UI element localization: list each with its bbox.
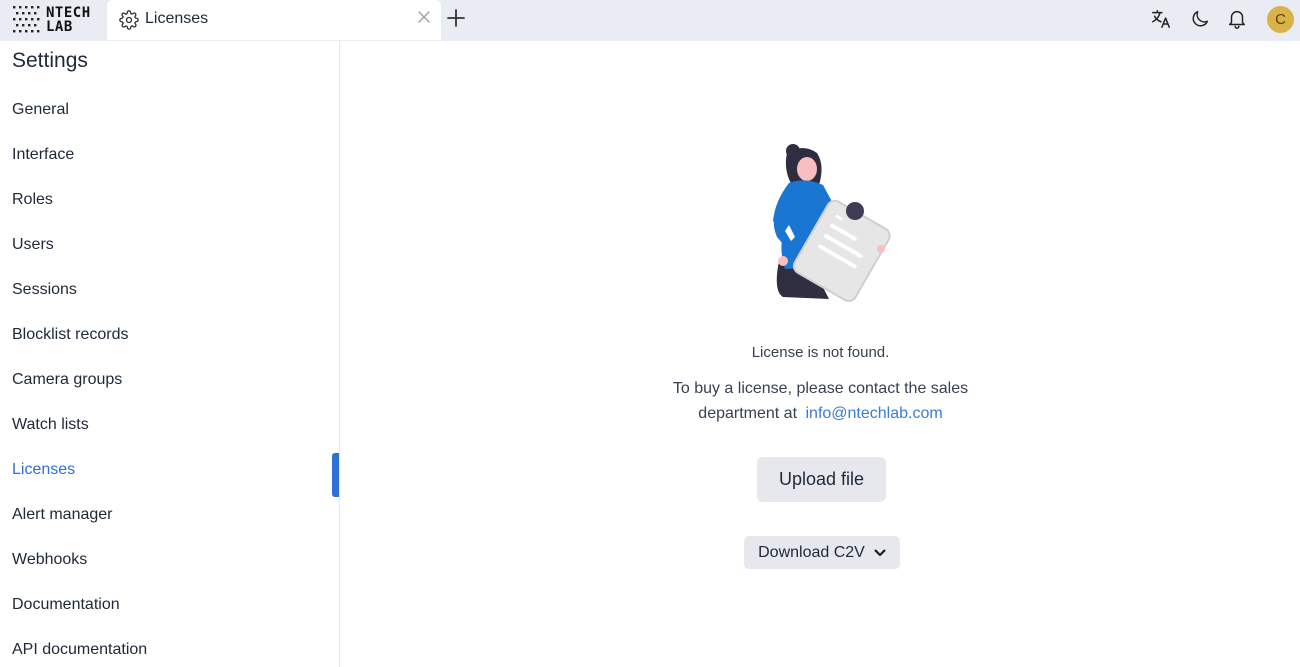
sidebar-item-roles[interactable]: Roles bbox=[12, 191, 53, 215]
top-bar: NTECH LAB Licenses C bbox=[0, 0, 1300, 41]
tab-licenses[interactable]: Licenses bbox=[107, 0, 441, 40]
settings-sidebar: Settings General Interface Roles Users S… bbox=[0, 41, 340, 667]
download-c2v-button[interactable]: Download C2V bbox=[744, 536, 900, 569]
logo-text: NTECH LAB bbox=[46, 6, 91, 34]
chevron-down-icon bbox=[874, 549, 886, 556]
sales-email-link[interactable]: info@ntechlab.com bbox=[805, 405, 942, 422]
contact-sales-line1: To buy a license, please contact the sal… bbox=[672, 380, 969, 397]
logo-text-line1: NTECH bbox=[46, 5, 91, 21]
moon-icon[interactable] bbox=[1189, 8, 1211, 30]
download-c2v-label: Download C2V bbox=[758, 543, 865, 561]
contact-sales-text: To buy a license, please contact the sal… bbox=[341, 376, 1300, 426]
bell-icon[interactable] bbox=[1226, 8, 1248, 30]
sidebar-item-alert-manager[interactable]: Alert manager bbox=[12, 506, 113, 530]
empty-state-illustration bbox=[773, 144, 891, 302]
tab-label: Licenses bbox=[145, 10, 209, 27]
logo-text-line2: LAB bbox=[46, 19, 73, 35]
logo-mark-icon bbox=[13, 6, 40, 33]
sidebar-item-licenses[interactable]: Licenses bbox=[12, 461, 75, 485]
sidebar-item-watch-lists[interactable]: Watch lists bbox=[12, 416, 89, 440]
active-item-indicator bbox=[332, 453, 339, 497]
sidebar-item-blocklist-records[interactable]: Blocklist records bbox=[12, 326, 128, 350]
ntechlab-logo[interactable]: NTECH LAB bbox=[12, 4, 91, 36]
plus-icon[interactable] bbox=[446, 8, 466, 28]
sidebar-item-webhooks[interactable]: Webhooks bbox=[12, 551, 87, 575]
avatar[interactable]: C bbox=[1267, 6, 1294, 33]
sidebar-item-api-documentation[interactable]: API documentation bbox=[12, 641, 147, 665]
sidebar-item-documentation[interactable]: Documentation bbox=[12, 596, 120, 620]
upload-file-button[interactable]: Upload file bbox=[757, 457, 886, 502]
sidebar-item-camera-groups[interactable]: Camera groups bbox=[12, 371, 122, 395]
license-not-found-text: License is not found. bbox=[751, 344, 890, 361]
translate-icon[interactable] bbox=[1150, 8, 1172, 30]
close-icon[interactable] bbox=[417, 10, 431, 24]
main-content: License is not found. To buy a license, … bbox=[341, 41, 1300, 667]
sidebar-item-interface[interactable]: Interface bbox=[12, 146, 74, 170]
sidebar-item-sessions[interactable]: Sessions bbox=[12, 281, 77, 305]
sidebar-item-users[interactable]: Users bbox=[12, 236, 54, 260]
contact-sales-department: department at bbox=[698, 405, 798, 422]
settings-title: Settings bbox=[12, 49, 88, 72]
contact-sales-line2: department at info@ntechlab.com bbox=[341, 401, 1300, 426]
gear-icon bbox=[119, 10, 139, 30]
sidebar-item-general[interactable]: General bbox=[12, 101, 69, 125]
